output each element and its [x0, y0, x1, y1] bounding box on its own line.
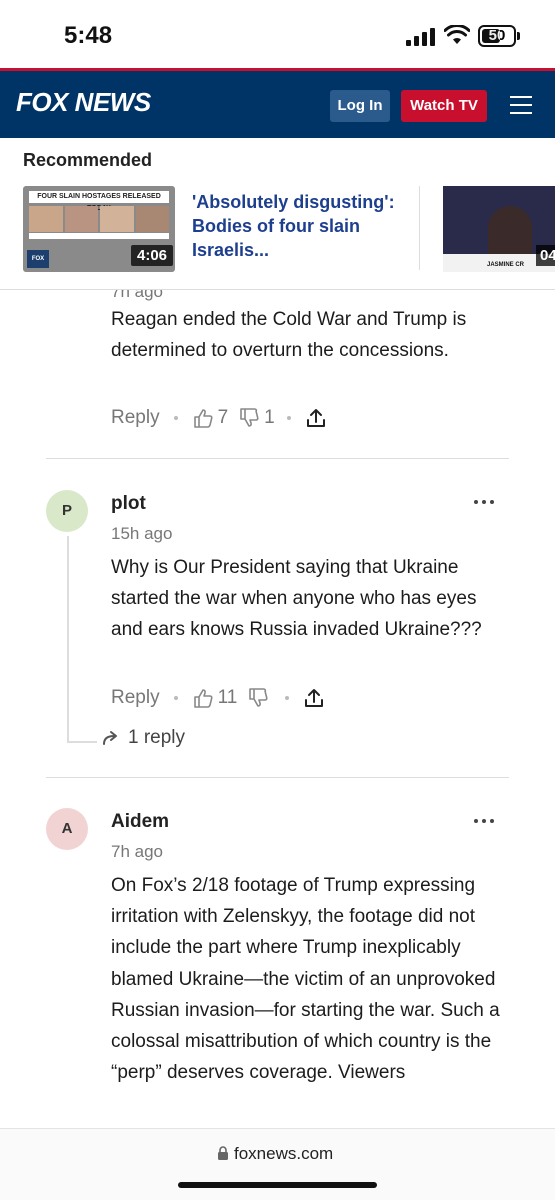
browser-url-bar[interactable]: foxnews.com [0, 1128, 555, 1200]
site-header: FOX NEWS Log In Watch TV [0, 68, 555, 138]
video-duration-2: 04 [536, 245, 555, 266]
hamburger-menu-icon[interactable] [510, 96, 532, 114]
thread-line [67, 741, 97, 743]
status-bar: 5:48 50 [0, 0, 555, 68]
cellular-signal-icon [406, 28, 436, 46]
view-replies-link[interactable]: 1 reply [102, 727, 185, 749]
battery-level: 50 [488, 27, 506, 44]
video-thumbnail[interactable]: FOUR SLAIN HOSTAGES RELEASED TODAY FOX 4… [23, 186, 175, 272]
reply-button[interactable]: Reply [111, 407, 160, 429]
comment-actions: Reply 7 1 [111, 404, 331, 432]
comment-body: On Fox’s 2/18 footage of Trump expressin… [111, 875, 500, 1084]
fox-news-logo[interactable]: FOX NEWS [16, 87, 151, 118]
share-icon[interactable] [303, 687, 325, 709]
video-thumbnail-2[interactable]: JASMINE CR 04 [443, 186, 555, 272]
more-options-icon[interactable] [474, 497, 496, 507]
wifi-icon [444, 25, 470, 44]
avatar: P [46, 490, 88, 532]
thread-line [67, 536, 69, 742]
comment-body: Why is Our President saying that Ukraine… [111, 557, 482, 641]
home-indicator[interactable] [178, 1182, 377, 1188]
status-time: 5:48 [64, 22, 113, 49]
divider [46, 458, 509, 459]
thumbs-up-icon[interactable] [192, 407, 214, 429]
like-count: 7 [217, 407, 229, 428]
recommended-section: Recommended FOUR SLAIN HOSTAGES RELEASED… [0, 138, 555, 290]
comments-section: 7h ago Reagan ended the Cold War and Tru… [0, 290, 555, 1128]
comment-age: 7h ago [111, 842, 163, 861]
like-count: 11 [217, 687, 238, 708]
comment-actions: Reply 11 [111, 684, 329, 712]
url-text: foxnews.com [234, 1144, 334, 1163]
dislike-count: 1 [264, 407, 275, 428]
recommended-title: Recommended [23, 150, 153, 170]
reply-arrow-icon [103, 730, 117, 745]
battery-icon: 50 [478, 25, 516, 47]
comment-age: 7h ago [111, 290, 163, 301]
thumbs-up-icon[interactable] [192, 687, 214, 709]
share-icon[interactable] [305, 407, 327, 429]
lock-icon [218, 1146, 228, 1160]
video-duration: 4:06 [131, 245, 174, 266]
comment-author[interactable]: plot [111, 493, 146, 515]
avatar: A [46, 808, 88, 850]
divider [419, 186, 420, 270]
recommended-headline[interactable]: 'Absolutely disgusting': Bodies of four … [192, 190, 402, 262]
thumbnail-banner: FOUR SLAIN HOSTAGES RELEASED TODAY [29, 191, 169, 212]
thumbnail-chyron: JASMINE CR [487, 262, 525, 268]
thumbs-down-icon[interactable] [247, 687, 269, 709]
fox-news-bug-icon: FOX [27, 250, 49, 268]
replies-count: 1 reply [128, 727, 186, 748]
divider [46, 777, 509, 778]
thumbs-down-icon[interactable] [238, 407, 260, 429]
more-options-icon[interactable] [474, 816, 496, 826]
login-button[interactable]: Log In [330, 90, 390, 122]
comment-body: Reagan ended the Cold War and Trump is d… [111, 309, 467, 362]
comment-age: 15h ago [111, 524, 173, 543]
reply-button[interactable]: Reply [111, 687, 160, 709]
watch-tv-button[interactable]: Watch TV [401, 90, 487, 122]
comment-author[interactable]: Aidem [111, 811, 169, 833]
